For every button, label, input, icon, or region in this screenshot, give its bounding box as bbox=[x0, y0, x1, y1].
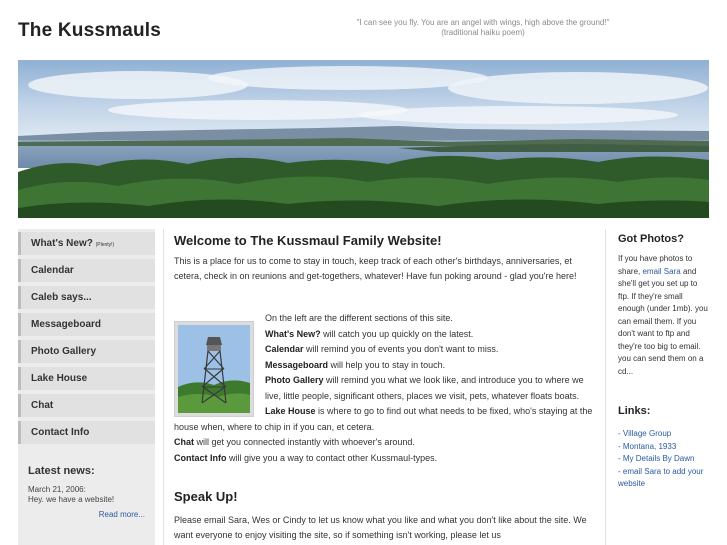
section-desc: will get you connected instantly with wh… bbox=[194, 437, 415, 447]
welcome-heading: Welcome to The Kussmaul Family Website! bbox=[174, 233, 442, 248]
section-chat: Chat will get you connected instantly wi… bbox=[174, 435, 599, 451]
section-name: Calendar bbox=[265, 344, 304, 354]
link-email-sara-website[interactable]: - email Sara to add your website bbox=[618, 466, 710, 491]
section-name: Contact Info bbox=[174, 452, 227, 463]
section-desc: will remind you of events you don't want… bbox=[303, 344, 499, 354]
read-more-link[interactable]: Read more... bbox=[18, 510, 155, 519]
nav-item-chat[interactable]: Chat bbox=[18, 394, 155, 417]
latest-news: Latest news: March 21, 2006: Hey. we hav… bbox=[18, 465, 155, 519]
news-title: Latest news: bbox=[28, 465, 95, 477]
intro-paragraph: This is a place for us to come to stay i… bbox=[174, 256, 577, 281]
section-desc: will give you a way to contact other Kus… bbox=[226, 452, 438, 463]
page: The Kussmauls "I can see you fly. You ar… bbox=[0, 0, 727, 545]
section-name: What's New? bbox=[265, 328, 321, 339]
site-title[interactable]: The Kussmauls bbox=[18, 20, 161, 42]
links-list: - Village Group - Montana, 1933 - My Det… bbox=[618, 428, 710, 491]
nav-item-lake-house[interactable]: Lake House bbox=[18, 367, 155, 390]
quote-attribution: (traditional haiku poem) bbox=[441, 28, 525, 37]
nav-item-caleb-says[interactable]: Caleb says... bbox=[18, 286, 155, 309]
nav-item-photo-gallery[interactable]: Photo Gallery bbox=[18, 340, 155, 363]
right-sidebar: Got Photos? If you have photos to share,… bbox=[610, 229, 709, 545]
nav-item-whats-new[interactable]: What's New? (Plenty!) bbox=[18, 232, 155, 255]
header-quote: "I can see you fly. You are an angel wit… bbox=[318, 18, 648, 38]
fire-tower-photo bbox=[174, 321, 254, 417]
section-contact-info: Contact Info will give you a way to cont… bbox=[174, 451, 599, 467]
link-my-details-by-dawn[interactable]: - My Details By Dawn bbox=[618, 453, 710, 466]
news-date: March 21, 2006: bbox=[28, 485, 86, 494]
nav-item-label: What's New? bbox=[31, 238, 93, 249]
link-village-group[interactable]: - Village Group bbox=[618, 428, 710, 441]
nav-item-contact-info[interactable]: Contact Info bbox=[18, 421, 155, 444]
section-name: Photo Gallery bbox=[265, 375, 324, 385]
quote-text: "I can see you fly. You are an angel wit… bbox=[356, 18, 610, 27]
section-desc: will help you to stay in touch. bbox=[328, 359, 446, 370]
lake-banner-image bbox=[18, 60, 709, 218]
section-name: Chat bbox=[174, 437, 194, 447]
speak-up-paragraph: Please email Sara, Wes or Cindy to let u… bbox=[174, 515, 587, 540]
nav-item-messageboard[interactable]: Messageboard bbox=[18, 313, 155, 336]
header: The Kussmauls "I can see you fly. You ar… bbox=[18, 18, 709, 60]
section-name: Messageboard bbox=[265, 359, 329, 370]
section-desc: will catch you up quickly on the latest. bbox=[320, 328, 474, 339]
nav-menu: What's New? (Plenty!) Calendar Caleb say… bbox=[18, 232, 155, 448]
links-heading: Links: bbox=[618, 405, 651, 417]
left-sidebar: What's New? (Plenty!) Calendar Caleb say… bbox=[18, 229, 155, 545]
got-photos-text: If you have photos to share, email Sara … bbox=[618, 253, 710, 378]
news-text: Hey. we have a website! bbox=[28, 495, 115, 504]
main-content: Welcome to The Kussmaul Family Website! … bbox=[163, 229, 606, 545]
nav-item-calendar[interactable]: Calendar bbox=[18, 259, 155, 282]
email-sara-link[interactable]: email Sara bbox=[642, 267, 680, 276]
got-text-part2: and she'll get you set up to ftp. If the… bbox=[618, 266, 708, 376]
nav-item-note: (Plenty!) bbox=[95, 242, 115, 248]
got-photos-heading: Got Photos? bbox=[618, 233, 684, 245]
speak-up-heading: Speak Up! bbox=[174, 489, 238, 504]
section-name: Lake House bbox=[265, 406, 316, 416]
link-montana-1933[interactable]: - Montana, 1933 bbox=[618, 441, 710, 454]
